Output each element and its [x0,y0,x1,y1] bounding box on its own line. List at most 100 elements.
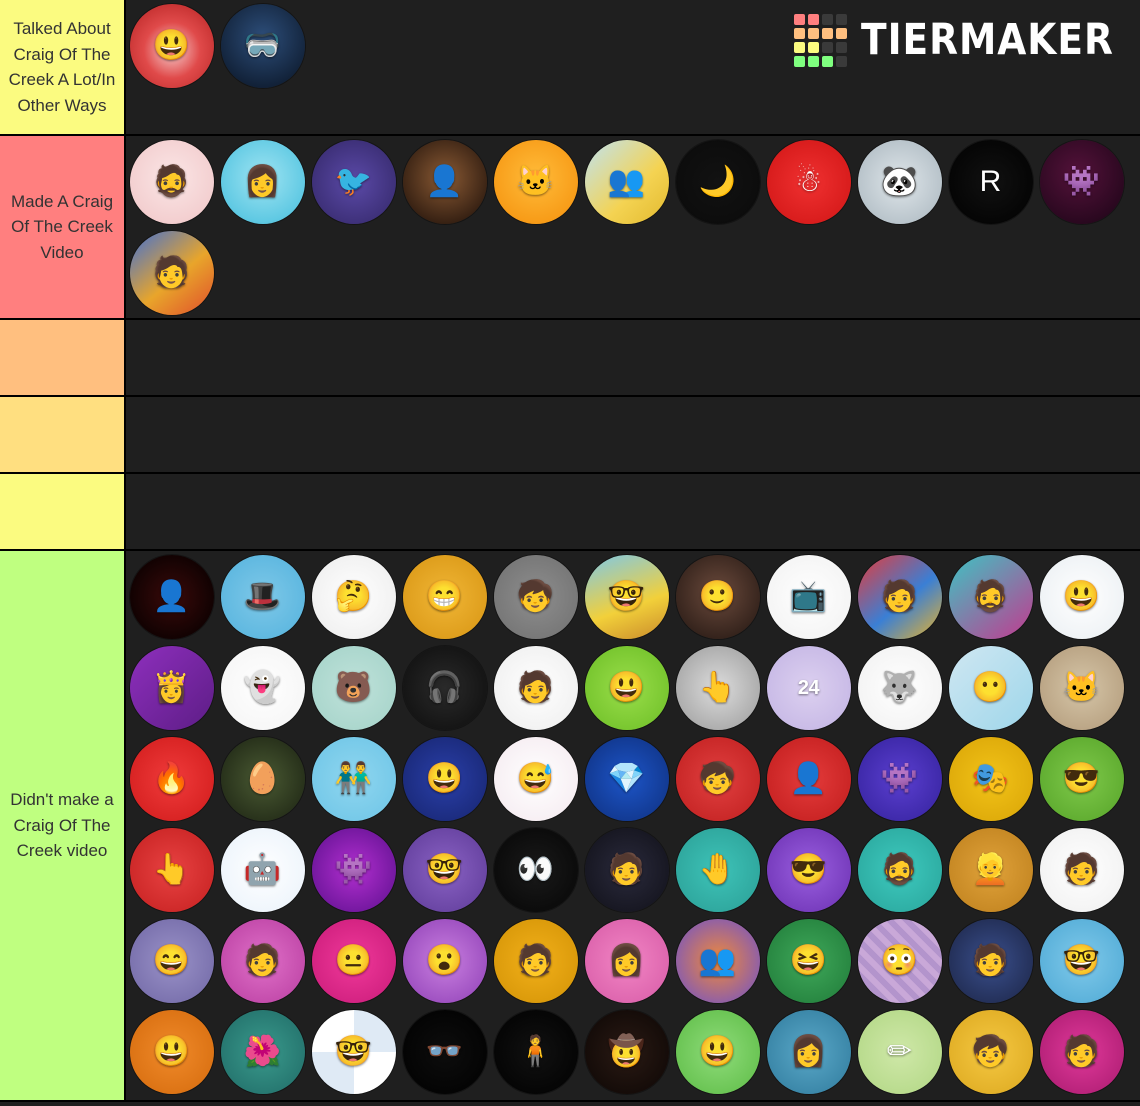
avatar-beanie-beard-teal[interactable]: 🧔 [857,827,942,912]
tier-item-5-8[interactable]: 🧑 [854,551,945,642]
avatar-brown-hair-grinning-boy[interactable]: 😁 [402,554,487,639]
avatar-curly-hair-boy-yellow[interactable]: 🧒 [948,1009,1033,1094]
avatar-bearded-man-pink-bg[interactable]: 🧔 [129,139,214,224]
tier-item-5-53[interactable]: 🧑 [945,915,1036,1006]
tier-item-5-49[interactable]: 👩 [581,915,672,1006]
tier-item-5-15[interactable]: 🧑 [490,642,581,733]
tier-item-5-11[interactable]: 👸 [126,642,217,733]
tier-item-5-13[interactable]: 🐻 [308,642,399,733]
tier-item-5-46[interactable]: 😐 [308,915,399,1006]
tier-item-5-6[interactable]: 🙂 [672,551,763,642]
avatar-pink-hair-smiling-kid[interactable]: 😄 [129,918,214,1003]
avatar-green-antenna-kid[interactable]: 😃 [675,1009,760,1094]
avatar-dark-hair-woman-photo[interactable]: 😳 [857,918,942,1003]
tier-item-5-45[interactable]: 🧑 [217,915,308,1006]
tier-item-5-56[interactable]: 🌺 [217,1006,308,1097]
avatar-hat-dark-character[interactable]: 🤠 [584,1009,669,1094]
tier-item-5-59[interactable]: 🧍 [490,1006,581,1097]
avatar-bw-photo-glasses-man[interactable]: 🧑 [1039,827,1124,912]
avatar-sunglasses-blonde-guy[interactable]: 😎 [1039,736,1124,821]
tier-item-5-29[interactable]: 👤 [763,733,854,824]
avatar-pewdiepie-bw-photo[interactable]: 🤚 [675,827,760,912]
avatar-theodd1sout-white-blob[interactable]: 😃 [1039,554,1124,639]
tier-label-1[interactable]: Made A Craig Of The Creek Video [0,136,126,318]
avatar-green-goggles-hero[interactable]: 🥽 [220,3,305,88]
tier-item-0-0[interactable]: 😃 [126,0,217,91]
tier-item-5-2[interactable]: 🤔 [308,551,399,642]
tier-item-0-1[interactable]: 🥽 [217,0,308,91]
avatar-red-white-flame-logo[interactable]: 🔥 [129,736,214,821]
tier-item-5-20[interactable]: 😶 [945,642,1036,733]
tier-item-5-34[interactable]: 🤖 [217,824,308,915]
avatar-blue-hair-anime-girl[interactable]: 👩 [220,139,305,224]
tier-label-3[interactable] [0,397,126,472]
tier-dropzone-1[interactable]: 🧔 👩 🐦 👤 🐱 👥 🌙 ☃ 🐼 R 👾 🧑 [126,136,1140,318]
avatar-photo-person-dark[interactable]: 👤 [402,139,487,224]
tier-item-1-7[interactable]: ☃ [763,136,854,227]
avatar-sad-nigga-pink-character[interactable]: 😃 [402,736,487,821]
avatar-orange-cat-character[interactable]: 🐱 [493,139,578,224]
tier-item-5-18[interactable]: 24 [763,642,854,733]
tier-item-5-32[interactable]: 😎 [1036,733,1127,824]
avatar-pink-pastel-cartoon-person[interactable]: 😅 [493,736,578,821]
avatar-r-logo-black-white[interactable]: R [948,139,1033,224]
avatar-greyscale-thinking-person[interactable]: 🤔 [311,554,396,639]
avatar-red-jacket-photo-guy[interactable]: 🧑 [857,554,942,639]
tier-item-5-54[interactable]: 🤓 [1036,915,1127,1006]
avatar-orange-face-grey-hoodie[interactable]: 🧑 [493,645,578,730]
tier-item-5-40[interactable]: 😎 [763,824,854,915]
avatar-explorer-glasses-yellow[interactable]: 🤓 [584,554,669,639]
avatar-loud-house-orange-boy[interactable]: 😃 [129,1009,214,1094]
avatar-bear-mask-pastel[interactable]: 🐻 [311,645,396,730]
avatar-jemreviews-blue-diamond[interactable]: 💎 [584,736,669,821]
tier-item-5-16[interactable]: 😃 [581,642,672,733]
avatar-dark-skin-purple-hoodie[interactable]: 🧑 [220,918,305,1003]
avatar-two-people-illustration[interactable]: 👬 [311,736,396,821]
avatar-black-yellow-moon[interactable]: 🌙 [675,139,760,224]
avatar-southpark-kenny-duo[interactable]: 😶 [948,645,1033,730]
tier-item-5-30[interactable]: 👾 [854,733,945,824]
avatar-white-helmet-pink-suit[interactable]: 🧑 [1039,1009,1124,1094]
tier-item-1-1[interactable]: 👩 [217,136,308,227]
tier-dropzone-3[interactable] [126,397,1140,472]
avatar-brown-hat-girl-yellow[interactable]: 👱 [948,827,1033,912]
avatar-black-curly-hair-yellow[interactable]: 🧑 [493,918,578,1003]
tier-item-1-0[interactable]: 🧔 [126,136,217,227]
tier-item-5-19[interactable]: 🐺 [854,642,945,733]
tier-item-5-14[interactable]: 🎧 [399,642,490,733]
tier-item-5-1[interactable]: 🎩 [217,551,308,642]
tier-item-5-37[interactable]: 👀 [490,824,581,915]
tier-item-5-7[interactable]: 📺 [763,551,854,642]
tier-item-5-65[interactable]: 🧑 [1036,1006,1127,1097]
tier-item-1-8[interactable]: 🐼 [854,136,945,227]
tier-item-5-4[interactable]: 🧒 [490,551,581,642]
avatar-red-silhouette-head[interactable]: 👤 [129,554,214,639]
avatar-green-excited-character[interactable]: 😃 [584,645,669,730]
tier-item-5-0[interactable]: 👤 [126,551,217,642]
tier-item-5-63[interactable]: ✏ [854,1006,945,1097]
avatar-boondocks-boy-cat[interactable]: 🐱 [1039,645,1124,730]
tier-item-1-4[interactable]: 🐱 [490,136,581,227]
avatar-brown-hair-boy-red[interactable]: 🧒 [675,736,760,821]
tier-item-1-11[interactable]: 🧑 [126,227,217,318]
avatar-blue-black-hair-pink-bg[interactable]: 😐 [311,918,396,1003]
tier-item-1-10[interactable]: 👾 [1036,136,1127,227]
tier-item-5-60[interactable]: 🤠 [581,1006,672,1097]
tier-item-5-50[interactable]: 👥 [672,915,763,1006]
avatar-neon-vaporwave-face[interactable]: 👾 [311,827,396,912]
tier-item-5-12[interactable]: 👻 [217,642,308,733]
avatar-reviewmylife-banner[interactable]: 📺 [766,554,851,639]
tier-item-5-61[interactable]: 😃 [672,1006,763,1097]
avatar-sarcastic-chorus-masks[interactable]: 🎭 [948,736,1033,821]
tier-item-5-42[interactable]: 👱 [945,824,1036,915]
tier-item-5-55[interactable]: 😃 [126,1006,217,1097]
avatar-white-glasses-black-bg[interactable]: 👓 [402,1009,487,1094]
tier-dropzone-2[interactable] [126,320,1140,395]
avatar-yoshi-nest-screenshot[interactable]: 🥚 [220,736,305,821]
tier-item-5-64[interactable]: 🧒 [945,1006,1036,1097]
avatar-blue-wolf-furry[interactable]: 🐺 [857,645,942,730]
tier-item-5-25[interactable]: 😃 [399,733,490,824]
avatar-white-hat-cartoon-man[interactable]: 🎩 [220,554,305,639]
avatar-sunglasses-purple-dots[interactable]: 😎 [766,827,851,912]
avatar-panda-bear-mascot[interactable]: 🐼 [857,139,942,224]
